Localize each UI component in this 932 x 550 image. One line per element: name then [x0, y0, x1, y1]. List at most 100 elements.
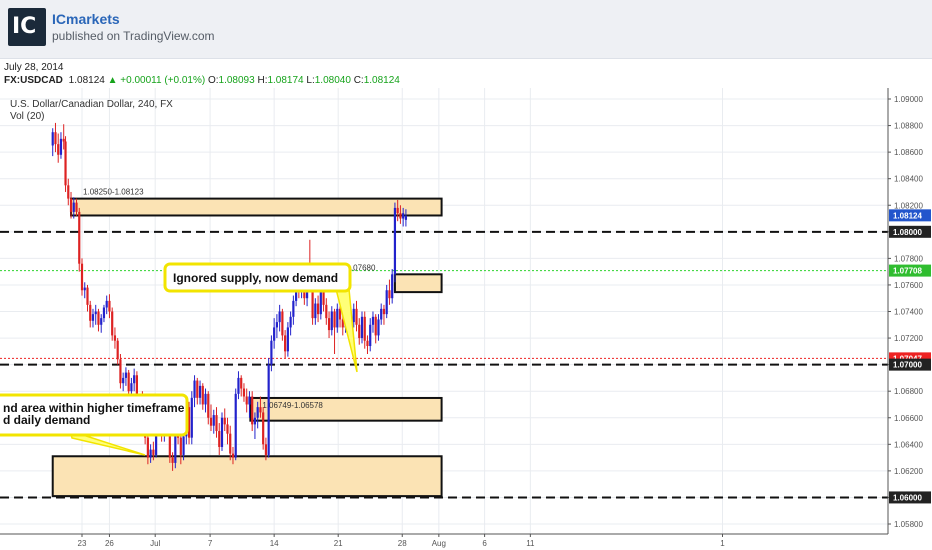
candle-body-70	[242, 388, 246, 397]
candle-body-87	[289, 316, 292, 328]
candle-body-35	[146, 437, 149, 458]
candle-body-85	[284, 335, 287, 352]
candle-body-128	[402, 213, 405, 219]
candle-body-103	[333, 311, 336, 328]
x-tick-label: 14	[270, 539, 279, 548]
y-tick-label: 1.09000	[894, 95, 923, 104]
zone-1	[393, 273, 443, 294]
candle-body-58	[209, 417, 213, 426]
close-label: C:	[353, 75, 364, 86]
candle-body-55	[201, 385, 204, 405]
candle-body-24	[116, 340, 119, 360]
candle-body-59	[212, 415, 215, 426]
candle-body-100	[325, 304, 328, 319]
high-label: H:	[257, 75, 268, 86]
annotation-demand-text-2: d daily demand	[3, 413, 90, 427]
y-tick-label: 1.08800	[894, 122, 923, 131]
candle-body-115	[366, 340, 369, 347]
candle-body-121	[382, 308, 386, 315]
y-tick-label: 1.06600	[894, 414, 923, 423]
candle-body-86	[286, 327, 289, 352]
candle-body-96	[314, 303, 317, 319]
candle-body-72	[248, 396, 251, 405]
candle-body-2	[57, 144, 60, 155]
candle-body-36	[149, 449, 152, 458]
zone-0	[70, 197, 443, 217]
candle-body-21	[108, 300, 111, 312]
candle-body-116	[369, 324, 372, 347]
x-tick-label: 26	[105, 539, 114, 548]
y-tick-label: 1.06200	[894, 467, 923, 476]
price-change: +0.00011 (+0.01%)	[120, 75, 206, 86]
x-tick-label: 23	[78, 539, 87, 548]
publisher-name[interactable]: ICmarkets	[52, 11, 120, 27]
last-price: 1.08124	[68, 75, 105, 86]
candle-body-8	[72, 202, 75, 212]
candle-body-88	[292, 300, 295, 317]
candle-body-6	[67, 185, 70, 199]
y-tick-label: 1.07600	[894, 281, 923, 290]
low-label: L:	[306, 75, 315, 86]
candle-body-61	[218, 431, 221, 447]
candle-body-120	[380, 308, 383, 320]
candle-body-60	[215, 415, 218, 432]
candle-body-62	[220, 417, 224, 447]
low-value: 1.08040	[314, 75, 351, 86]
candle-body-7	[69, 198, 73, 212]
y-tick-label: 1.05800	[894, 520, 923, 529]
chart-title: U.S. Dollar/Canadian Dollar, 240, FX	[10, 99, 173, 110]
x-tick-label: Aug	[432, 539, 446, 548]
candle-body-67	[234, 393, 237, 458]
x-tick-label: 1	[720, 539, 725, 548]
candle-body-48	[182, 436, 185, 455]
volume-indicator-label: Vol (20)	[10, 111, 44, 122]
candle-body-1	[54, 132, 57, 145]
candle-body-12	[83, 287, 86, 291]
candle-body-111	[355, 308, 358, 325]
candle-body-110	[352, 308, 355, 323]
candle-body-112	[358, 324, 361, 339]
candle-body-16	[94, 311, 97, 315]
candle-body-25	[119, 359, 122, 384]
y-tick-label: 1.08400	[894, 175, 923, 184]
chart-date: July 28, 2014	[4, 62, 64, 73]
candle-body-123	[388, 290, 391, 299]
x-tick-label: 7	[208, 539, 213, 548]
y-tick-label: 1.07400	[894, 308, 923, 317]
candle-body-52	[193, 380, 196, 398]
candle-body-104	[336, 308, 339, 328]
price-label-text: 1.07000	[893, 361, 922, 370]
y-tick-label: 1.06800	[894, 387, 923, 396]
y-tick-label: 1.06400	[894, 440, 923, 449]
symbol: FX:USDCAD	[4, 75, 63, 86]
candle-body-75	[256, 407, 259, 418]
candle-body-78	[264, 444, 268, 455]
candle-body-125	[393, 207, 397, 275]
candle-body-29	[130, 383, 133, 392]
candle-body-127	[399, 213, 402, 219]
candle-body-83	[278, 311, 281, 323]
candle-body-26	[122, 377, 125, 384]
candle-body-17	[97, 311, 100, 325]
candle-body-54	[198, 385, 202, 398]
candle-body-118	[374, 316, 377, 336]
candle-body-126	[396, 207, 399, 214]
y-tick-label: 1.08600	[894, 148, 923, 157]
candle-body-0	[51, 132, 54, 146]
candle-body-3	[59, 138, 63, 155]
candle-body-27	[124, 372, 128, 378]
candle-body-124	[391, 274, 394, 299]
x-tick-label: 6	[482, 539, 487, 548]
zone-label-2: 1.06749-1.06578	[262, 401, 323, 410]
up-arrow-icon: ▲	[107, 75, 118, 86]
publisher-header: IC ICmarkets published on TradingView.co…	[0, 0, 932, 59]
candle-body-57	[207, 393, 210, 418]
candle-body-73	[251, 396, 254, 425]
icmarkets-logo[interactable]: IC	[8, 8, 46, 46]
y-tick-label: 1.07200	[894, 334, 923, 343]
x-tick-label: 28	[398, 539, 407, 548]
candle-body-53	[196, 380, 199, 398]
candle-body-113	[360, 316, 364, 339]
candle-body-37	[152, 449, 155, 455]
usdcad-chart[interactable]: 1.08250-1.081231.07546-1.076801.06749-1.…	[0, 88, 932, 550]
